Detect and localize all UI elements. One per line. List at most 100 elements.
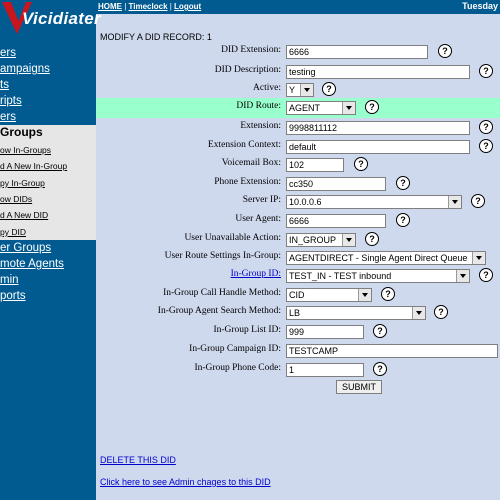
sidebar-item-filters[interactable]: ers (0, 111, 16, 123)
sidebar-item-reports[interactable]: ports (0, 290, 26, 302)
sidebar-item-campaigns[interactable]: ampaigns (0, 63, 50, 75)
chevron-down-icon (472, 252, 485, 264)
help-icon[interactable]: ? (396, 176, 410, 190)
call-handle-method-label: In-Group Call Handle Method: (163, 288, 281, 298)
page-title: MODIFY A DID RECORD: 1 (100, 32, 212, 42)
logo-text: Vicidiater (22, 9, 101, 28)
sidebar-section-ingroups[interactable]: Groups (0, 125, 96, 140)
help-icon[interactable]: ? (354, 157, 368, 171)
help-icon[interactable]: ? (479, 139, 493, 153)
help-icon[interactable]: ? (381, 287, 395, 301)
submenu-add-did[interactable]: d A New DID (0, 210, 48, 220)
submenu-show-ingroups[interactable]: ow In-Groups (0, 145, 51, 155)
did-extension-label: DID Extension: (221, 45, 281, 55)
row-call-handle-method: In-Group Call Handle Method: CID ? (96, 285, 500, 305)
chevron-down-icon (342, 234, 355, 246)
date-label: Tuesday (462, 1, 498, 11)
server-ip-select-value: 10.0.0.6 (289, 197, 322, 207)
extension-input[interactable]: 9998811112 (286, 121, 470, 135)
extension-context-input[interactable]: default (286, 140, 470, 154)
row-user-agent: User Agent: 6666 ? (96, 211, 500, 231)
did-route-label: DID Route: (236, 101, 281, 111)
help-icon[interactable]: ? (322, 82, 336, 96)
timeclock-link[interactable]: Timeclock (129, 2, 168, 11)
help-icon[interactable]: ? (396, 213, 410, 227)
sidebar-item-scripts[interactable]: ripts (0, 95, 22, 107)
row-extension-context: Extension Context: default ? (96, 137, 500, 157)
sidebar-item-admin[interactable]: min (0, 274, 19, 286)
chevron-down-icon (358, 289, 371, 301)
chevron-down-icon (456, 270, 469, 282)
user-unavailable-action-select[interactable]: IN_GROUP (286, 233, 356, 247)
phone-code-label: In-Group Phone Code: (194, 363, 281, 373)
help-icon[interactable]: ? (471, 194, 485, 208)
help-icon[interactable]: ? (479, 120, 493, 134)
row-user-unavailable-action: User Unavailable Action: IN_GROUP ? (96, 230, 500, 250)
sidebar-item-users[interactable]: ers (0, 47, 16, 59)
did-route-select-value: AGENT (289, 103, 321, 113)
top-bar: HOME | Timeclock | Logout Tuesday (96, 0, 500, 14)
submenu-copy-ingroup[interactable]: py In-Group (0, 178, 45, 188)
did-description-input[interactable]: testing (286, 65, 470, 79)
submenu-copy-did[interactable]: py DID (0, 227, 26, 237)
list-id-label: In-Group List ID: (213, 325, 281, 335)
sidebar-item-lists[interactable]: ts (0, 79, 9, 91)
active-label: Active: (253, 83, 281, 93)
row-did-description: DID Description: testing ? (96, 62, 500, 82)
row-phone-code: In-Group Phone Code: 1 ? (96, 360, 500, 380)
help-icon[interactable]: ? (373, 362, 387, 376)
campaign-id-label: In-Group Campaign ID: (189, 344, 281, 354)
server-ip-label: Server IP: (242, 195, 281, 205)
help-icon[interactable]: ? (479, 64, 493, 78)
user-unavailable-action-label: User Unavailable Action: (184, 233, 281, 243)
did-route-select[interactable]: AGENT (286, 101, 356, 115)
agent-search-method-label: In-Group Agent Search Method: (157, 306, 281, 316)
user-unavailable-action-select-value: IN_GROUP (289, 235, 337, 245)
row-list-id: In-Group List ID: 999 ? (96, 322, 500, 342)
top-links: HOME | Timeclock | Logout (98, 2, 202, 11)
voicemail-box-input[interactable]: 102 (286, 158, 344, 172)
logout-link[interactable]: Logout (174, 2, 201, 11)
help-icon[interactable]: ? (373, 324, 387, 338)
agent-search-method-select-value: LB (289, 308, 301, 318)
extension-label: Extension: (240, 121, 281, 131)
list-id-input[interactable]: 999 (286, 325, 364, 339)
submenu-add-ingroup[interactable]: d A New In-Group (0, 161, 67, 171)
help-icon[interactable]: ? (365, 232, 379, 246)
help-icon[interactable]: ? (365, 100, 379, 114)
row-in-group-id: In-Group ID: TEST_IN - TEST inbound ? (96, 266, 500, 286)
call-handle-method-select[interactable]: CID (286, 288, 372, 302)
help-icon[interactable]: ? (438, 44, 452, 58)
phone-extension-input[interactable]: cc350 (286, 177, 386, 191)
sidebar-item-user-groups[interactable]: er Groups (0, 242, 51, 254)
admin-changes-link[interactable]: Click here to see Admin chages to this D… (100, 477, 271, 487)
row-server-ip: Server IP: 10.0.0.6 ? (96, 192, 500, 212)
row-extension: Extension: 9998811112 ? (96, 118, 500, 138)
submit-button[interactable]: SUBMIT (336, 380, 382, 394)
logo[interactable]: Vicidiater (0, 0, 101, 38)
chevron-down-icon (412, 307, 425, 319)
delete-did-link[interactable]: DELETE THIS DID (100, 455, 176, 465)
row-voicemail-box: Voicemail Box: 102 ? (96, 155, 500, 175)
user-route-settings-select[interactable]: AGENTDIRECT - Single Agent Direct Queue (286, 251, 486, 265)
did-description-label: DID Description: (214, 65, 281, 75)
did-extension-input[interactable]: 6666 (286, 45, 428, 59)
agent-search-method-select[interactable]: LB (286, 306, 426, 320)
home-link[interactable]: HOME (98, 2, 122, 11)
campaign-id-input[interactable]: TESTCAMP (286, 344, 498, 358)
sidebar-item-remote-agents[interactable]: mote Agents (0, 258, 64, 270)
in-group-id-select[interactable]: TEST_IN - TEST inbound (286, 269, 470, 283)
in-group-id-link[interactable]: In-Group ID: (231, 269, 281, 279)
server-ip-select[interactable]: 10.0.0.6 (286, 195, 462, 209)
user-agent-input[interactable]: 6666 (286, 214, 386, 228)
active-select[interactable]: Y (286, 83, 314, 97)
row-active: Active: Y ? (96, 80, 500, 100)
user-agent-label: User Agent: (235, 214, 281, 224)
submenu-show-dids[interactable]: ow DIDs (0, 194, 32, 204)
user-route-settings-label: User Route Settings In-Group: (164, 251, 281, 261)
chevron-down-icon (342, 102, 355, 114)
voicemail-box-label: Voicemail Box: (221, 158, 281, 168)
help-icon[interactable]: ? (434, 305, 448, 319)
help-icon[interactable]: ? (479, 268, 493, 282)
phone-code-input[interactable]: 1 (286, 363, 364, 377)
